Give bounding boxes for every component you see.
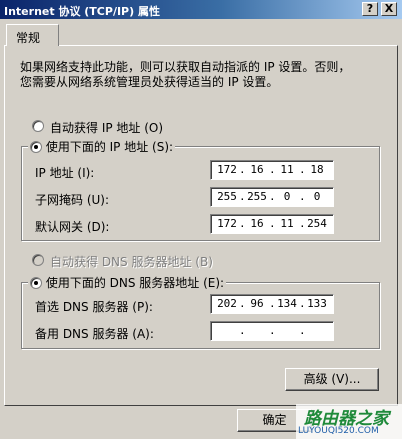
preferred-dns-label: 首选 DNS 服务器 (P): — [35, 300, 153, 314]
close-button[interactable]: X — [381, 2, 397, 16]
auto-ip-radio[interactable] — [32, 120, 44, 132]
dot-separator: . — [269, 324, 276, 337]
manual-ip-radio[interactable] — [30, 140, 42, 153]
mask-octet-2: 255 — [247, 190, 267, 203]
tab-general[interactable]: 常规 — [6, 24, 59, 46]
ip-octet-2: 16 — [250, 163, 264, 176]
dot-separator: . — [239, 324, 246, 337]
advanced-button[interactable]: 高级 (V)... — [285, 368, 379, 391]
subnet-mask-label: 子网掩码 (U): — [35, 193, 110, 207]
gw-octet-4: 254 — [307, 217, 327, 230]
subnet-mask-field[interactable]: 255. 255. 0. 0 — [210, 187, 334, 207]
manual-ip-label[interactable]: 使用下面的 IP 地址 (S): — [46, 140, 173, 154]
manual-dns-label[interactable]: 使用下面的 DNS 服务器地址 (E): — [46, 276, 224, 290]
dns1-octet-1: 202 — [217, 297, 237, 310]
default-gateway-label: 默认网关 (D): — [35, 220, 110, 234]
mask-octet-1: 255 — [217, 190, 237, 203]
ip-octet-1: 172 — [217, 163, 237, 176]
dns1-octet-4: 133 — [307, 297, 327, 310]
gw-octet-3: 11 — [280, 217, 294, 230]
auto-dns-radio — [32, 254, 44, 266]
ip-octet-4: 18 — [310, 163, 324, 176]
ip-octet-3: 11 — [280, 163, 294, 176]
help-button[interactable]: ? — [362, 2, 378, 16]
radio-selected-dot — [34, 144, 38, 149]
default-gateway-field[interactable]: 172. 16. 11. 254 — [210, 214, 334, 234]
mask-octet-3: 0 — [283, 190, 291, 203]
radio-selected-dot — [34, 280, 38, 285]
alternate-dns-field[interactable]: . . . — [210, 321, 334, 341]
auto-dns-label: 自动获得 DNS 服务器地址 (B) — [50, 255, 213, 269]
watermark-sub: LUYOUQI520.COM — [298, 426, 379, 436]
manual-dns-radio[interactable] — [30, 276, 42, 289]
alternate-dns-label: 备用 DNS 服务器 (A): — [35, 327, 154, 341]
manual-ip-option[interactable]: 使用下面的 IP 地址 (S): — [28, 138, 176, 155]
mask-octet-4: 0 — [313, 190, 321, 203]
gw-octet-2: 16 — [250, 217, 264, 230]
manual-dns-option[interactable]: 使用下面的 DNS 服务器地址 (E): — [28, 274, 227, 291]
title-bar[interactable]: Internet 协议 (TCP/IP) 属性 ? X — [0, 0, 402, 19]
auto-ip-label[interactable]: 自动获得 IP 地址 (O) — [50, 119, 163, 136]
ip-address-field[interactable]: 172. 16. 11. 18 — [210, 160, 334, 180]
site-watermark: 路由器之家 LUYOUQI520.COM — [296, 404, 402, 439]
description-line-2: 您需要从网络系统管理员处获得适当的 IP 设置。 — [20, 75, 279, 89]
ip-address-label: IP 地址 (I): — [35, 166, 95, 180]
preferred-dns-field[interactable]: 202. 96. 134. 133 — [210, 294, 334, 314]
window-title: Internet 协议 (TCP/IP) 属性 — [4, 5, 160, 18]
dns1-octet-2: 96 — [250, 297, 264, 310]
dot-separator: . — [299, 324, 306, 337]
dns1-octet-3: 134 — [277, 297, 297, 310]
gw-octet-1: 172 — [217, 217, 237, 230]
